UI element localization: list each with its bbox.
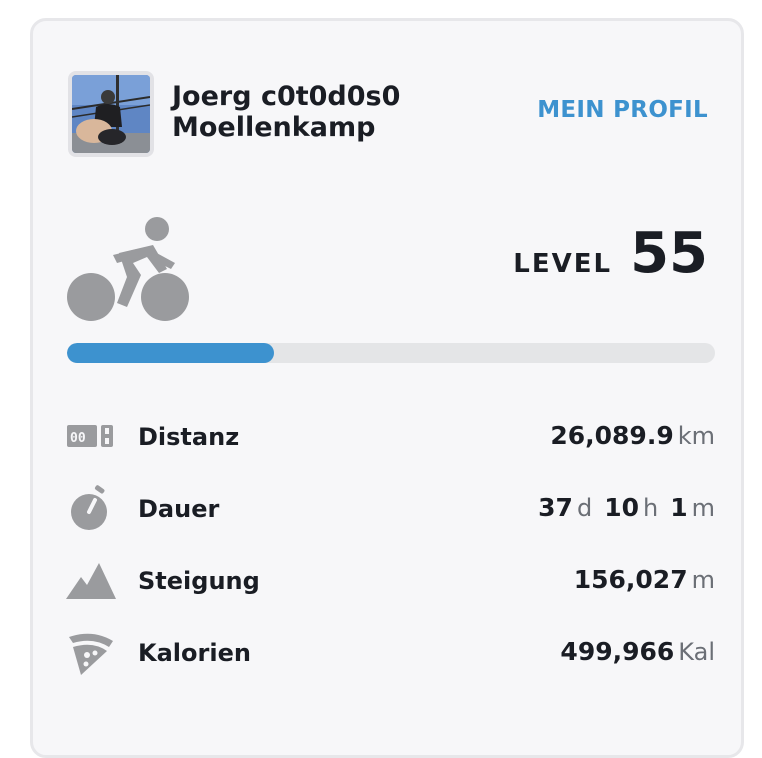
pizza-icon [65, 627, 117, 677]
duration-days: 37 [538, 493, 573, 522]
distance-value: 26,089.9 km [550, 421, 715, 450]
profile-header: Joerg c0t0d0s0 Moellenkamp MEIN PROFIL [68, 71, 708, 161]
duration-days-unit: d [576, 494, 593, 522]
calories-value: 499,966 Kal [560, 637, 715, 666]
mountain-icon [65, 555, 117, 605]
my-profile-link[interactable]: MEIN PROFIL [537, 97, 708, 123]
calories-number: 499,966 [560, 637, 675, 666]
distance-label: Distanz [138, 423, 240, 451]
elevation-unit: m [691, 566, 715, 594]
duration-label: Dauer [138, 495, 220, 523]
duration-hours: 10 [604, 493, 639, 522]
svg-text:00: 00 [70, 431, 86, 446]
stat-row-elevation: Steigung 156,027 m [65, 555, 715, 605]
avatar-photo [72, 75, 150, 153]
duration-minutes-unit: m [691, 494, 715, 522]
stat-row-duration: Dauer 37 d 10 h 1 m [65, 483, 715, 533]
profile-card: Joerg c0t0d0s0 Moellenkamp MEIN PROFIL L… [30, 18, 744, 758]
avatar[interactable] [68, 71, 154, 157]
level-progress-fill [67, 343, 275, 363]
user-name-line-1: Joerg c0t0d0s0 [172, 81, 401, 112]
user-name: Joerg c0t0d0s0 Moellenkamp [172, 81, 492, 143]
elevation-number: 156,027 [573, 565, 688, 594]
distance-number: 26,089.9 [550, 421, 674, 450]
elevation-value: 156,027 m [574, 565, 715, 594]
calories-unit: Kal [678, 638, 715, 666]
cycling-icon [67, 213, 189, 325]
stat-row-calories: Kalorien 499,966 Kal [65, 627, 715, 677]
distance-unit: km [677, 422, 715, 450]
level-progress-bar [67, 343, 715, 363]
stat-row-distance: 00 Distanz 26,089.9 km [65, 411, 715, 461]
user-name-line-2: Moellenkamp [172, 112, 376, 143]
duration-value: 37 d 10 h 1 m [538, 493, 715, 522]
level-display: LEVEL 55 [513, 221, 708, 286]
odometer-icon: 00 [65, 411, 117, 461]
stopwatch-icon [65, 483, 117, 533]
level-value: 55 [630, 221, 708, 286]
level-label: LEVEL [513, 249, 613, 279]
duration-minutes: 1 [670, 493, 688, 522]
elevation-label: Steigung [138, 567, 260, 595]
calories-label: Kalorien [138, 639, 251, 667]
duration-hours-unit: h [642, 494, 659, 522]
